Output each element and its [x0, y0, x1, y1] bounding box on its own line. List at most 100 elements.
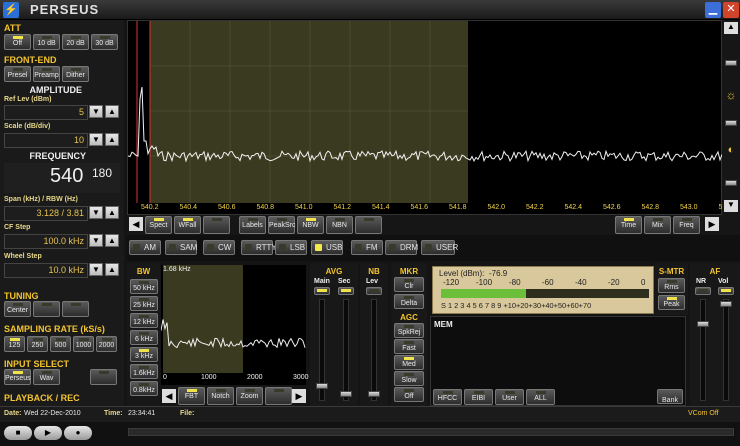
agc-button[interactable]: SpkRej	[394, 323, 424, 338]
wheel-down-icon[interactable]: ▼	[89, 263, 103, 276]
mkr-button[interactable]: Delta	[394, 294, 424, 309]
span-down-icon[interactable]: ▼	[89, 206, 103, 219]
bw-button[interactable]: 12 kHz	[130, 313, 158, 328]
nb-slider[interactable]	[371, 299, 377, 401]
spectrum-view-button[interactable]: WFall	[174, 216, 201, 234]
slider-thumb[interactable]	[697, 321, 709, 327]
mode-button-sam[interactable]: SAM	[165, 240, 197, 255]
filter-button[interactable]: Notch	[207, 387, 234, 405]
tuning-button[interactable]: Center	[4, 301, 31, 317]
spectrum-axis-button[interactable]: Freq	[673, 216, 700, 234]
ref-down-icon[interactable]: ▼	[89, 105, 103, 118]
slider-thumb[interactable]	[725, 120, 737, 126]
brightness-icon[interactable]: ☼	[725, 88, 737, 104]
smeter-button[interactable]: Rms	[658, 278, 685, 293]
wheel-field[interactable]: 10.0 kHz	[4, 263, 88, 278]
frontend-button[interactable]: Preamp	[33, 66, 60, 82]
vol-toggle[interactable]	[718, 287, 734, 295]
mem-button[interactable]: ALL	[526, 389, 555, 405]
mem-button[interactable]: EIBI	[464, 389, 493, 405]
avg-main-toggle[interactable]	[314, 287, 330, 295]
scroll-left-icon[interactable]: ◀	[129, 217, 143, 231]
mode-button-rtty[interactable]: RTTY	[241, 240, 277, 255]
stop-icon[interactable]: ■	[4, 426, 32, 440]
mode-button-lsb[interactable]: LSB	[275, 240, 307, 255]
slider-thumb[interactable]	[720, 301, 732, 307]
input-button[interactable]	[90, 369, 117, 385]
spectrum-axis-button[interactable]: Time	[615, 216, 642, 234]
mkr-button[interactable]: Clr	[394, 277, 424, 292]
spectrum-option-button[interactable]: NBN	[326, 216, 353, 234]
mode-button-fm[interactable]: FM	[351, 240, 383, 255]
bank-button[interactable]: Bank	[657, 389, 683, 404]
ref-up-icon[interactable]: ▲	[105, 105, 119, 118]
slider-thumb[interactable]	[725, 180, 737, 186]
spectrum-axis-button[interactable]: Mix	[644, 216, 671, 234]
span-field[interactable]: 3.128 / 3.81	[4, 206, 88, 221]
cfstep-down-icon[interactable]: ▼	[89, 234, 103, 247]
mem-button[interactable]: User	[495, 389, 524, 405]
agc-button[interactable]: Slow	[394, 371, 424, 386]
slider-thumb[interactable]	[725, 60, 737, 66]
close-icon[interactable]: ✕	[723, 2, 739, 18]
mem-button[interactable]: HFCC	[433, 389, 462, 405]
mode-button-am[interactable]: AM	[129, 240, 161, 255]
bw-button[interactable]: 3 kHz	[130, 347, 158, 362]
mode-button-usb[interactable]: USB	[311, 240, 343, 255]
scale-up-icon[interactable]: ▲	[105, 133, 119, 146]
slider-thumb[interactable]	[368, 391, 380, 397]
agc-button[interactable]: Off	[394, 387, 424, 402]
frontend-button[interactable]: Dither	[62, 66, 89, 82]
spectrum-scrollbar[interactable]: ▲ ☼ ◐ ▼	[722, 20, 740, 215]
filter-left-icon[interactable]: ◀	[162, 389, 176, 403]
bw-button[interactable]: 50 kHz	[130, 279, 158, 294]
nr-toggle[interactable]	[695, 287, 711, 295]
mode-button-user[interactable]: USER	[421, 240, 458, 255]
bw-button[interactable]: 0.8kHz	[130, 381, 158, 396]
spectrum-view-button[interactable]: Spect	[145, 216, 172, 234]
spectrum-view-button[interactable]	[203, 216, 230, 234]
scroll-down-icon[interactable]: ▼	[724, 200, 738, 212]
filter-button[interactable]: FBT	[178, 387, 205, 405]
input-button[interactable]: Wav	[33, 369, 60, 385]
att-button[interactable]: 10 dB	[33, 34, 60, 50]
sampling-button[interactable]: 2000	[96, 336, 117, 352]
frontend-button[interactable]: Presel	[4, 66, 31, 82]
filter-button[interactable]: Zoom	[236, 387, 263, 405]
contrast-icon[interactable]: ◐	[725, 144, 737, 158]
sampling-button[interactable]: 500	[50, 336, 71, 352]
bw-button[interactable]: 6 kHz	[130, 330, 158, 345]
spectrum-display[interactable]: 540.2 540.4 540.6 540.8 541.0 541.2 541.4 541.6…	[127, 20, 736, 215]
ref-level-field[interactable]: 5	[4, 105, 88, 120]
att-button[interactable]: 20 dB	[62, 34, 89, 50]
agc-button[interactable]: Fast	[394, 339, 424, 354]
spectrum-option-button[interactable]: NBW	[297, 216, 324, 234]
frequency-display[interactable]: 540 180	[4, 163, 120, 193]
bw-button[interactable]: 1.6kHz	[130, 364, 158, 379]
input-button[interactable]: Perseus	[4, 369, 31, 385]
playback-progress[interactable]	[128, 428, 734, 436]
nr-slider[interactable]	[700, 299, 706, 401]
filter-display[interactable]: 1.68 kHz 0 1000 2000 3000	[161, 265, 309, 385]
spectrum-option-button[interactable]: Labels	[239, 216, 266, 234]
tuning-button[interactable]	[33, 301, 60, 317]
sampling-button[interactable]: 250	[27, 336, 48, 352]
avg-sec-slider[interactable]	[343, 299, 349, 401]
scale-field[interactable]: 10	[4, 133, 88, 148]
app-icon[interactable]: ⚡	[3, 2, 19, 18]
spectrum-option-button[interactable]	[355, 216, 382, 234]
minimize-icon[interactable]: ▁	[705, 2, 721, 18]
sampling-button[interactable]: 1000	[73, 336, 94, 352]
record-icon[interactable]: ●	[64, 426, 92, 440]
scroll-right-icon[interactable]: ▶	[705, 217, 719, 231]
att-button[interactable]: 30 dB	[91, 34, 118, 50]
sampling-button[interactable]: 125	[4, 336, 25, 352]
avg-sec-toggle[interactable]	[338, 287, 354, 295]
play-icon[interactable]: ▶	[34, 426, 62, 440]
vol-slider[interactable]	[723, 299, 729, 401]
tuning-button[interactable]	[62, 301, 89, 317]
spectrum-option-button[interactable]: PeakSrc	[268, 216, 295, 234]
bw-button[interactable]: 25 kHz	[130, 296, 158, 311]
span-up-icon[interactable]: ▲	[105, 206, 119, 219]
mode-button-cw[interactable]: CW	[203, 240, 235, 255]
